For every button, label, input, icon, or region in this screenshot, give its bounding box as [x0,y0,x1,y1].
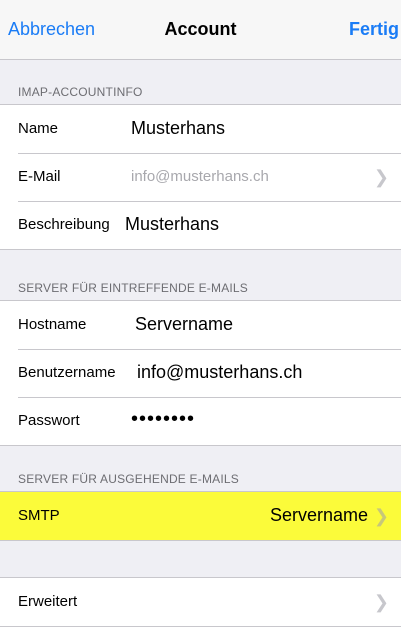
section-header-outgoing: SERVER FÜR AUSGEHENDE E-MAILS [18,472,239,486]
password-field[interactable]: •••••••• [131,408,195,431]
username-field[interactable]: info@musterhans.ch [137,362,302,383]
advanced-label: Erweitert [18,593,78,610]
name-label: Name [18,120,59,137]
group-outgoing-server: SMTP Servername ❯ [0,491,401,541]
chevron-right-icon: ❯ [373,167,389,187]
cancel-button[interactable]: Abbrechen [8,18,95,40]
row-smtp[interactable]: SMTP Servername ❯ [0,492,401,540]
description-field[interactable]: Musterhans [125,214,219,235]
row-description[interactable]: Beschreibung Musterhans [0,201,401,249]
chevron-right-icon: ❯ [373,506,389,526]
hostname-field[interactable]: Servername [135,314,233,335]
navigation-bar: Account Abbrechen Fertig [0,0,401,60]
row-email[interactable]: E-Mail info@musterhans.ch ❯ [0,153,401,201]
row-username[interactable]: Benutzername info@musterhans.ch [0,349,401,397]
group-advanced: Erweitert ❯ [0,577,401,627]
group-imap-account: Name Musterhans E-Mail info@musterhans.c… [0,104,401,250]
name-field[interactable]: Musterhans [131,118,225,139]
row-hostname[interactable]: Hostname Servername [0,301,401,349]
email-label: E-Mail [18,168,61,185]
section-header-incoming: SERVER FÜR EINTREFFENDE E-MAILS [18,281,249,295]
done-button[interactable]: Fertig [349,18,399,40]
page-title: Account [164,19,237,39]
email-value: info@musterhans.ch [131,168,269,185]
description-label: Beschreibung [18,216,110,233]
hostname-label: Hostname [18,316,87,333]
group-incoming-server: Hostname Servername Benutzername info@mu… [0,300,401,446]
smtp-value: Servername [269,505,368,525]
row-password[interactable]: Passwort •••••••• [0,397,401,445]
username-label: Benutzername [18,364,116,381]
row-advanced[interactable]: Erweitert ❯ [0,578,401,626]
smtp-label: SMTP [18,507,60,524]
chevron-right-icon: ❯ [373,592,389,612]
section-header-imap: IMAP-ACCOUNTINFO [18,85,143,99]
password-label: Passwort [18,412,80,429]
row-name[interactable]: Name Musterhans [0,105,401,153]
